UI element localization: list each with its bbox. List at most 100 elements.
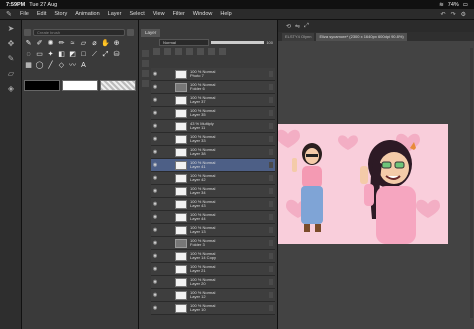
- layer-row[interactable]: ◉ 100 % Normal Layer 42: [151, 172, 275, 185]
- menu-window[interactable]: Window: [193, 11, 213, 17]
- eye-icon[interactable]: ◉: [151, 123, 159, 129]
- layer-option-icon[interactable]: [269, 97, 273, 103]
- layer-row[interactable]: ◉ 100 % Normal Layer 41: [151, 159, 275, 172]
- opacity-bar[interactable]: [211, 41, 265, 44]
- opacity-slider[interactable]: 100: [211, 39, 273, 46]
- layer-row[interactable]: ◉ 100 % Normal Layer 43: [151, 198, 275, 211]
- layer-option-icon[interactable]: [269, 175, 273, 181]
- layer-option-icon[interactable]: [269, 136, 273, 142]
- layer-row[interactable]: ◉ 100 % Normal Layer 14 Copy: [151, 250, 275, 263]
- layer-row[interactable]: ◉ 100 % Normal Layer 38: [151, 146, 275, 159]
- layer-option-icon[interactable]: [269, 149, 273, 155]
- layer-row[interactable]: ◉ 100 % Normal Layer 33: [151, 133, 275, 146]
- brush-search-input[interactable]: Create brush: [33, 29, 125, 36]
- eyedropper-icon[interactable]: ⌀: [90, 39, 99, 48]
- sub-color-swatch[interactable]: [62, 80, 98, 91]
- layer-option-icon[interactable]: [269, 253, 273, 259]
- layer-option-icon[interactable]: [269, 123, 273, 129]
- eye-icon[interactable]: ◉: [151, 279, 159, 285]
- new-layer-icon[interactable]: [153, 48, 160, 55]
- select-rect-icon[interactable]: ▭: [35, 50, 44, 59]
- wand-icon[interactable]: ✦: [46, 50, 55, 59]
- mask-layer-icon[interactable]: [197, 48, 204, 55]
- eye-icon[interactable]: ◉: [151, 149, 159, 155]
- menu-file[interactable]: File: [20, 11, 29, 17]
- eye-icon[interactable]: ◉: [151, 110, 159, 116]
- menu-animation[interactable]: Animation: [75, 11, 99, 17]
- eye-icon[interactable]: ◉: [151, 188, 159, 194]
- tab-layer[interactable]: Layer: [141, 29, 161, 37]
- layer-option-icon[interactable]: [269, 214, 273, 220]
- menu-help[interactable]: Help: [220, 11, 231, 17]
- move-tool-icon[interactable]: ✥: [4, 38, 18, 50]
- main-color-swatch[interactable]: [24, 80, 60, 91]
- frame-icon[interactable]: ▦: [24, 61, 33, 70]
- menu-view[interactable]: View: [153, 11, 165, 17]
- layer-row[interactable]: ◉ 100 % Normal Layer 10: [151, 302, 275, 315]
- figure-icon[interactable]: ◇: [57, 61, 66, 70]
- hand-icon[interactable]: ✋: [101, 39, 110, 48]
- eye-icon[interactable]: ◉: [151, 305, 159, 311]
- reference-layer-icon[interactable]: [208, 48, 215, 55]
- operation-icon[interactable]: ⤢: [101, 50, 110, 59]
- pointer-tool-icon[interactable]: ➤: [4, 23, 18, 35]
- eye-icon[interactable]: ◉: [151, 214, 159, 220]
- eye-icon[interactable]: ◉: [151, 71, 159, 77]
- canvas-scrollbar[interactable]: [470, 48, 473, 318]
- menu-select[interactable]: Select: [129, 11, 144, 17]
- layer-row[interactable]: ◉ 100 % Normal Layer 20: [151, 276, 275, 289]
- layer-option-icon[interactable]: [269, 201, 273, 207]
- layer-row[interactable]: ◉ 100 % Normal Layer 37: [151, 94, 275, 107]
- app-logo-icon[interactable]: ✎: [6, 11, 15, 18]
- balloon-icon[interactable]: ◯: [35, 61, 44, 70]
- pencil-icon[interactable]: ✎: [24, 39, 33, 48]
- lock-layer-icon[interactable]: [186, 48, 193, 55]
- layer-option-icon[interactable]: [269, 71, 273, 77]
- delete-layer-icon[interactable]: [219, 48, 226, 55]
- gradient-icon[interactable]: ◩: [68, 50, 77, 59]
- fill-icon[interactable]: ◧: [57, 50, 66, 59]
- layer-option-icon[interactable]: [269, 305, 273, 311]
- settings-icon[interactable]: ⚙: [461, 11, 466, 18]
- undo-icon[interactable]: ↶: [441, 11, 446, 18]
- eye-icon[interactable]: ◉: [151, 162, 159, 168]
- layer-folder-row[interactable]: ◉ 100 % Normal Folder 3: [151, 237, 275, 250]
- new-folder-icon[interactable]: [164, 48, 171, 55]
- line-icon[interactable]: ╱: [46, 61, 55, 70]
- eye-icon[interactable]: ◉: [151, 292, 159, 298]
- redo-icon[interactable]: ↷: [451, 11, 456, 18]
- pen-tool-icon[interactable]: ✎: [4, 53, 18, 65]
- layer-side-icon[interactable]: [141, 80, 149, 87]
- eye-icon[interactable]: ◉: [151, 266, 159, 272]
- rotate-icon[interactable]: ⟲: [286, 23, 291, 30]
- lasso-icon[interactable]: ◌: [24, 50, 33, 59]
- blend-mode-select[interactable]: Normal: [159, 39, 209, 46]
- layer-side-icon[interactable]: [141, 60, 149, 67]
- brush-icon[interactable]: ✐: [35, 39, 44, 48]
- clip-layer-icon[interactable]: [175, 48, 182, 55]
- eye-icon[interactable]: ◉: [151, 84, 159, 90]
- layer-row[interactable]: ◉ 100 % Normal Layer 21: [151, 263, 275, 276]
- ruler-icon[interactable]: ⟋: [90, 50, 99, 59]
- blend-icon[interactable]: ≈: [68, 39, 77, 48]
- brush-add-icon[interactable]: [127, 29, 134, 36]
- eye-icon[interactable]: ◉: [151, 227, 159, 233]
- layer-side-icon[interactable]: [141, 70, 149, 77]
- fill-tool-icon[interactable]: ◈: [4, 83, 18, 95]
- eraser-tool-icon[interactable]: ▱: [4, 68, 18, 80]
- canvas-tab-1[interactable]: ELSTY4 Olynn: [282, 33, 315, 41]
- layer-option-icon[interactable]: [269, 162, 273, 168]
- layer-option-icon[interactable]: [269, 279, 273, 285]
- eye-icon[interactable]: ◉: [151, 175, 159, 181]
- layer-side-icon[interactable]: [141, 50, 149, 57]
- fill-bucket-icon[interactable]: ⛁: [112, 50, 121, 59]
- fit-icon[interactable]: ⤢: [304, 23, 309, 30]
- layer-row[interactable]: ◉ 43 % Multiply Layer 11: [151, 120, 275, 133]
- eye-icon[interactable]: ◉: [151, 201, 159, 207]
- layer-row[interactable]: ◉ 100 % Normal Layer 13: [151, 224, 275, 237]
- flip-icon[interactable]: ⇋: [295, 23, 300, 30]
- transparent-swatch[interactable]: [100, 80, 136, 91]
- menu-layer[interactable]: Layer: [108, 11, 122, 17]
- layer-option-icon[interactable]: [269, 84, 273, 90]
- brush-menu-icon[interactable]: [24, 29, 31, 36]
